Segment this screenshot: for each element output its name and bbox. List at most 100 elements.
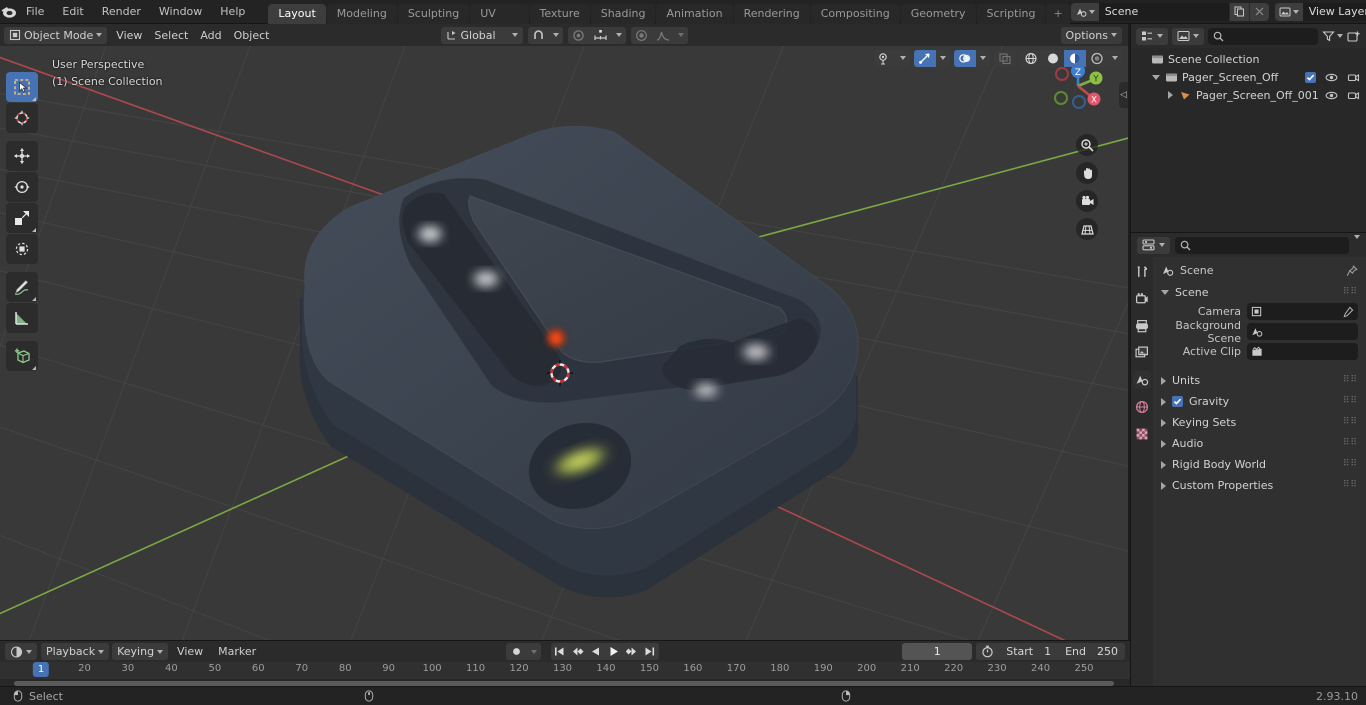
top-menu-window[interactable]: Window — [150, 3, 211, 21]
shading-mode-rendered-shading[interactable] — [1086, 50, 1108, 67]
scene-selector[interactable]: Scene — [1070, 2, 1269, 21]
top-menu-edit[interactable]: Edit — [53, 3, 92, 21]
property-field-camera[interactable] — [1247, 303, 1358, 320]
auto-keying-controls[interactable] — [505, 643, 541, 660]
eyedropper-icon[interactable] — [1342, 306, 1354, 318]
gizmo-chevron[interactable] — [936, 50, 950, 67]
timeline-editor[interactable]: Playback Keying View Marker 1 Start 1 End — [0, 640, 1130, 687]
magnet-icon[interactable] — [528, 27, 549, 44]
scene-duplicate-icon[interactable] — [1228, 2, 1249, 21]
workspace-tab-uv-editing[interactable]: UV Editing — [470, 3, 529, 40]
timeline-editor-type-selector[interactable] — [5, 643, 37, 660]
timeline-playhead[interactable]: 1 — [32, 662, 50, 677]
end-frame-field[interactable]: End 250 — [1058, 643, 1125, 660]
annotate-tool[interactable] — [6, 272, 38, 302]
object-types-visibility-icon[interactable] — [874, 50, 896, 67]
timeline-ruler[interactable]: 1020304050607080901001101201301401501601… — [0, 662, 1130, 679]
proportional-falloff-controls[interactable] — [630, 26, 688, 44]
scale-tool[interactable] — [6, 203, 38, 233]
jump-to-end-button[interactable] — [641, 643, 659, 660]
top-menu-render[interactable]: Render — [93, 3, 150, 21]
visibility-eye-icon[interactable] — [1325, 71, 1338, 84]
outliner-search-input[interactable] — [1208, 27, 1318, 45]
falloff-chevron[interactable] — [674, 27, 688, 44]
gizmo-icon[interactable] — [914, 49, 936, 67]
outliner-row-checkbox[interactable] — [1305, 71, 1316, 83]
panel-units[interactable]: Units ⠿⠿ — [1153, 370, 1366, 391]
workspace-tab-scripting[interactable]: Scripting — [976, 3, 1046, 24]
property-field-background-scene[interactable] — [1247, 323, 1358, 340]
object-types-chevron[interactable] — [896, 50, 910, 67]
proportional-edit-toggle-icon[interactable] — [631, 27, 652, 44]
viewport-menu-add[interactable]: Add — [194, 27, 227, 44]
proportional-editing-controls[interactable] — [567, 26, 626, 44]
scene-unlink-icon[interactable] — [1248, 2, 1269, 21]
properties-editor-type-selector[interactable] — [1137, 236, 1170, 254]
properties-editor[interactable]: Scene Scene ⠿⠿ Camera Background Scene Act… — [1130, 232, 1366, 687]
render-tab[interactable] — [1133, 290, 1151, 308]
outliner-display-mode-selector[interactable] — [1136, 27, 1168, 45]
outliner-filter-id-icon[interactable] — [1172, 27, 1204, 45]
transform-orientation-selector[interactable]: Global — [440, 26, 523, 44]
panel-keying-sets[interactable]: Keying Sets ⠿⠿ — [1153, 412, 1366, 433]
render-camera-icon[interactable] — [1347, 71, 1360, 84]
scene-browse-icon[interactable] — [1070, 2, 1099, 21]
start-frame-field[interactable]: Start 1 — [999, 643, 1058, 660]
tweak-select-box-tool[interactable] — [6, 72, 38, 102]
timeline-menu-marker[interactable]: Marker — [212, 643, 262, 660]
shading-mode-solid-shading[interactable] — [1042, 50, 1064, 67]
workspace-tab-modeling[interactable]: Modeling — [326, 3, 397, 24]
use-preview-range-icon[interactable] — [976, 643, 999, 660]
viewport-menu-object[interactable]: Object — [228, 27, 276, 44]
add-workspace-button[interactable]: + — [1046, 3, 1070, 24]
viewport-canvas[interactable] — [0, 46, 1128, 640]
next-keyframe-button[interactable] — [623, 643, 641, 660]
properties-search-input[interactable] — [1175, 236, 1349, 254]
tool-tab[interactable] — [1133, 263, 1151, 281]
property-field-active-clip[interactable] — [1247, 343, 1358, 360]
workspace-tab-layout[interactable]: Layout — [268, 3, 326, 24]
scene-tab[interactable] — [1133, 371, 1151, 389]
xray-icon[interactable] — [994, 50, 1016, 67]
shading-mode-wireframe-shading[interactable] — [1020, 50, 1042, 67]
pan-button[interactable] — [1076, 162, 1098, 184]
falloff-curve-icon[interactable] — [652, 27, 674, 44]
zoom-button[interactable] — [1076, 134, 1098, 156]
move-tool[interactable] — [6, 141, 38, 171]
play-reverse-button[interactable] — [587, 643, 605, 660]
panel-gravity[interactable]: Gravity ⠿⠿ — [1153, 391, 1366, 412]
outliner-editor[interactable]: Scene Collection Pager_Screen_Off Pager_Sc… — [1130, 24, 1366, 232]
timeline-menu-keying[interactable]: Keying — [112, 643, 169, 660]
interaction-mode-selector[interactable]: Object Mode — [4, 26, 108, 44]
jump-to-start-button[interactable] — [551, 643, 569, 660]
overlays-chevron[interactable] — [976, 50, 990, 67]
snapping-popover-chevron[interactable] — [549, 27, 563, 44]
playback-transport[interactable] — [550, 643, 659, 660]
overlays-icon[interactable] — [954, 49, 976, 67]
outliner-expander[interactable] — [1151, 72, 1161, 82]
workspace-tab-rendering[interactable]: Rendering — [733, 3, 810, 24]
panel-custom-properties[interactable]: Custom Properties ⠿⠿ — [1153, 475, 1366, 496]
record-dot-icon[interactable] — [506, 643, 527, 660]
auto-keying-chevron[interactable] — [527, 643, 541, 660]
new-collection-icon[interactable] — [1347, 30, 1361, 43]
outliner-row-pager_screen_off_001[interactable]: Pager_Screen_Off_001 — [1131, 86, 1366, 104]
workspace-tab-animation[interactable]: Animation — [656, 3, 733, 24]
proportional-edit-icon[interactable] — [568, 27, 589, 44]
workspace-tab-shading[interactable]: Shading — [590, 3, 656, 24]
3d-viewport[interactable]: Object Mode View Select Add Object Options … — [0, 24, 1128, 640]
shading-popover-chevron[interactable] — [1108, 50, 1122, 67]
timeline-menu-playback[interactable]: Playback — [41, 643, 110, 660]
outliner-row-pager_screen_off[interactable]: Pager_Screen_Off — [1131, 68, 1366, 86]
workspace-tab-texture-paint[interactable]: Texture Paint — [529, 3, 590, 40]
xray-toggle[interactable] — [994, 49, 1016, 67]
scene-panel-header[interactable]: Scene ⠿⠿ — [1153, 283, 1366, 301]
top-menu-help[interactable]: Help — [211, 3, 254, 21]
add-cube-tool[interactable] — [6, 341, 38, 371]
sidebar-toggle-arrow[interactable]: ◁ — [1119, 82, 1128, 108]
frame-range-controls[interactable]: Start 1 End 250 — [976, 643, 1125, 660]
visibility-eye-icon[interactable] — [1325, 89, 1338, 102]
workspace-tab-geometry-nodes[interactable]: Geometry Nodes — [900, 3, 976, 40]
cursor-tool[interactable] — [6, 103, 38, 133]
camera-view-button[interactable] — [1076, 190, 1098, 212]
